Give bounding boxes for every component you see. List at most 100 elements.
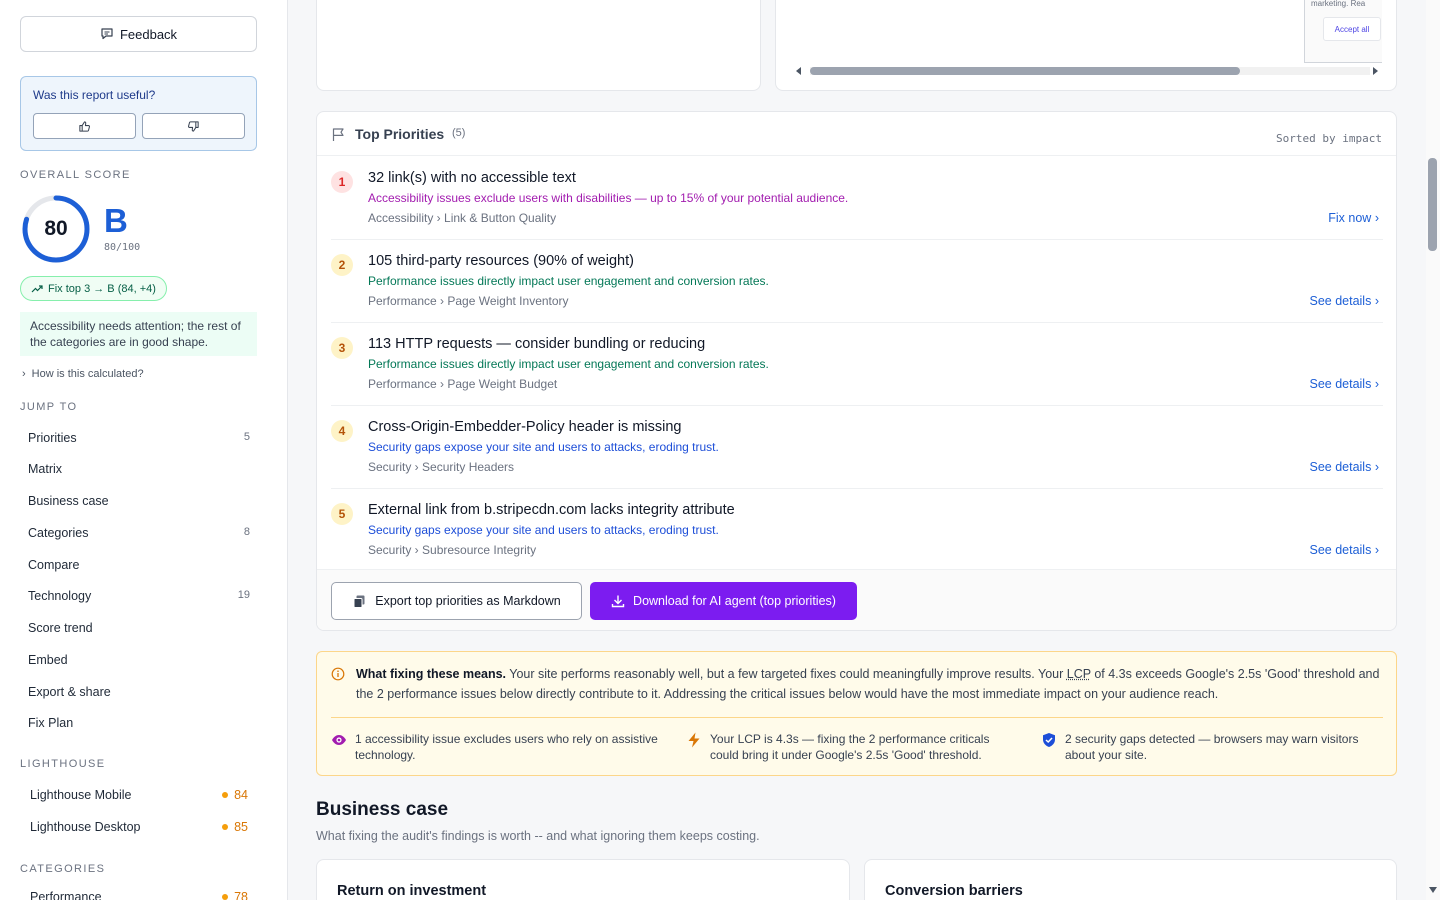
lighthouse-label: Lighthouse Mobile — [30, 788, 132, 802]
lighthouse-desktop-item[interactable]: Lighthouse Desktop 85 — [30, 820, 248, 834]
categories-label: CATEGORIES — [20, 863, 106, 875]
nav-item-compare[interactable]: Compare — [28, 558, 250, 572]
lcp-term[interactable]: LCP — [1067, 667, 1091, 681]
priority-title: External link from b.stripecdn.com lacks… — [368, 502, 735, 518]
priority-title: Cross-Origin-Embedder-Policy header is m… — [368, 419, 682, 435]
nav-item-export-share[interactable]: Export & share — [28, 685, 250, 699]
page-scrollbar[interactable] — [1426, 0, 1440, 900]
lighthouse-score: 84 — [234, 788, 248, 802]
priority-title: 113 HTTP requests — consider bundling or… — [368, 336, 706, 352]
top-left-card — [316, 0, 761, 91]
page-scroll-thumb[interactable] — [1428, 158, 1437, 251]
feedback-button[interactable]: Feedback — [20, 16, 257, 52]
nav-item-matrix[interactable]: Matrix — [28, 462, 250, 476]
nav-item-embed[interactable]: Embed — [28, 653, 250, 667]
nav-label: Technology — [28, 589, 92, 603]
priority-description: Security gaps expose your site and users… — [368, 523, 719, 537]
impact-performance: Your LCP is 4.3s — fixing the 2 performa… — [686, 731, 1006, 763]
top-priorities-panel: Top Priorities (5) Sorted by impact 1 32… — [316, 111, 1397, 631]
chevron-right-icon: › — [1374, 211, 1379, 225]
thumbs-up-icon — [79, 120, 90, 132]
preview-accept-button: Accept all — [1323, 17, 1381, 41]
impact-text: 1 accessibility issue excludes users who… — [355, 732, 658, 762]
score-grade: B — [104, 202, 128, 239]
impact-security: 2 security gaps detected — browsers may … — [1041, 731, 1371, 763]
divider — [331, 717, 1383, 718]
thumbs-up-button[interactable] — [33, 113, 136, 139]
thumbs-down-icon — [188, 120, 199, 132]
eye-icon — [332, 735, 346, 745]
info-icon — [331, 667, 345, 681]
see-details-link[interactable]: See details › — [1309, 377, 1379, 391]
category-item-performance[interactable]: Performance 78 — [30, 890, 248, 900]
nav-count: 5 — [243, 431, 250, 443]
see-details-link[interactable]: See details › — [1309, 543, 1379, 557]
nav-item-business-case[interactable]: Business case — [28, 494, 250, 508]
lighthouse-label: LIGHTHOUSE — [20, 758, 106, 770]
fixing-text: What fixing these means. Your site perfo… — [356, 664, 1386, 704]
jump-to-label: JUMP TO — [20, 401, 78, 413]
nav-label: Compare — [28, 558, 80, 572]
lighthouse-label: Lighthouse Desktop — [30, 820, 141, 834]
nav-label: Export & share — [28, 685, 111, 699]
nav-label: Matrix — [28, 462, 63, 476]
nav-label: Categories — [28, 526, 89, 540]
impact-accessibility: 1 accessibility issue excludes users who… — [331, 731, 671, 763]
priority-item: 2 105 third-party resources (90% of weig… — [331, 240, 1383, 323]
overall-score-label: OVERALL SCORE — [20, 169, 131, 181]
priority-title: 105 third-party resources (90% of weight… — [368, 253, 634, 269]
score-note: Accessibility needs attention; the rest … — [20, 312, 257, 356]
status-dot — [222, 894, 229, 900]
scroll-thumb[interactable] — [810, 67, 1240, 75]
thumbs-down-button[interactable] — [142, 113, 245, 139]
trending-up-icon — [31, 284, 43, 292]
nav-item-categories[interactable]: Categories 8 — [28, 526, 250, 540]
action-label: See details — [1309, 294, 1372, 308]
fix-top-label: Fix top 3 → B (84, +4) — [48, 282, 156, 295]
copy-icon — [353, 595, 365, 608]
download-ai-agent-button[interactable]: Download for AI agent (top priorities) — [590, 582, 857, 620]
chevron-right-icon: › — [1374, 543, 1379, 557]
action-label: See details — [1309, 543, 1372, 557]
nav-label: Embed — [28, 653, 68, 667]
priorities-title: Top Priorities — [355, 126, 445, 142]
horizontal-scrollbar[interactable] — [794, 63, 1384, 77]
see-details-link[interactable]: See details › — [1309, 294, 1379, 308]
how-calculated-toggle[interactable]: › How is this calculated? — [22, 368, 144, 380]
priority-number: 2 — [331, 254, 353, 276]
nav-count: 19 — [237, 589, 250, 601]
priority-item: 5 External link from b.stripecdn.com lac… — [331, 489, 1383, 572]
scroll-left-icon[interactable] — [795, 66, 803, 76]
nav-item-fix-plan[interactable]: Fix Plan — [28, 716, 250, 730]
chevron-right-icon: › — [1374, 294, 1379, 308]
feedback-label: Feedback — [119, 26, 178, 42]
useful-question: Was this report useful? — [33, 88, 156, 102]
export-markdown-button[interactable]: Export top priorities as Markdown — [331, 582, 582, 620]
score-value: 80 — [44, 217, 68, 240]
see-details-link[interactable]: See details › — [1309, 460, 1379, 474]
lighthouse-mobile-item[interactable]: Lighthouse Mobile 84 — [30, 788, 248, 802]
lightning-icon — [688, 732, 700, 748]
scroll-right-icon[interactable] — [1371, 66, 1379, 76]
priority-breadcrumb: Security › Subresource Integrity — [368, 543, 537, 557]
nav-item-priorities[interactable]: Priorities 5 — [28, 431, 250, 445]
business-case-subtitle: What fixing the audit's findings is wort… — [316, 829, 760, 843]
nav-label: Business case — [28, 494, 109, 508]
priority-breadcrumb: Security › Security Headers — [368, 460, 515, 474]
fix-now-link[interactable]: Fix now › — [1328, 211, 1379, 225]
nav-item-technology[interactable]: Technology 19 — [28, 589, 250, 603]
priority-breadcrumb: Performance › Page Weight Inventory — [368, 294, 569, 308]
fix-top-badge[interactable]: Fix top 3 → B (84, +4) — [20, 276, 167, 301]
action-label: See details — [1309, 460, 1372, 474]
priority-breadcrumb: Performance › Page Weight Budget — [368, 377, 558, 391]
action-label: Fix now — [1328, 211, 1372, 225]
nav-item-score-trend[interactable]: Score trend — [28, 621, 250, 635]
priorities-header: Top Priorities (5) Sorted by impact — [317, 112, 1396, 156]
business-case-title: Business case — [316, 799, 449, 820]
priority-number: 5 — [331, 503, 353, 525]
priority-item: 3 113 HTTP requests — consider bundling … — [331, 323, 1383, 406]
priority-description: Security gaps expose your site and users… — [368, 440, 719, 454]
action-label: See details — [1309, 377, 1372, 391]
lighthouse-score: 85 — [234, 820, 248, 834]
scroll-down-icon[interactable] — [1428, 886, 1438, 894]
